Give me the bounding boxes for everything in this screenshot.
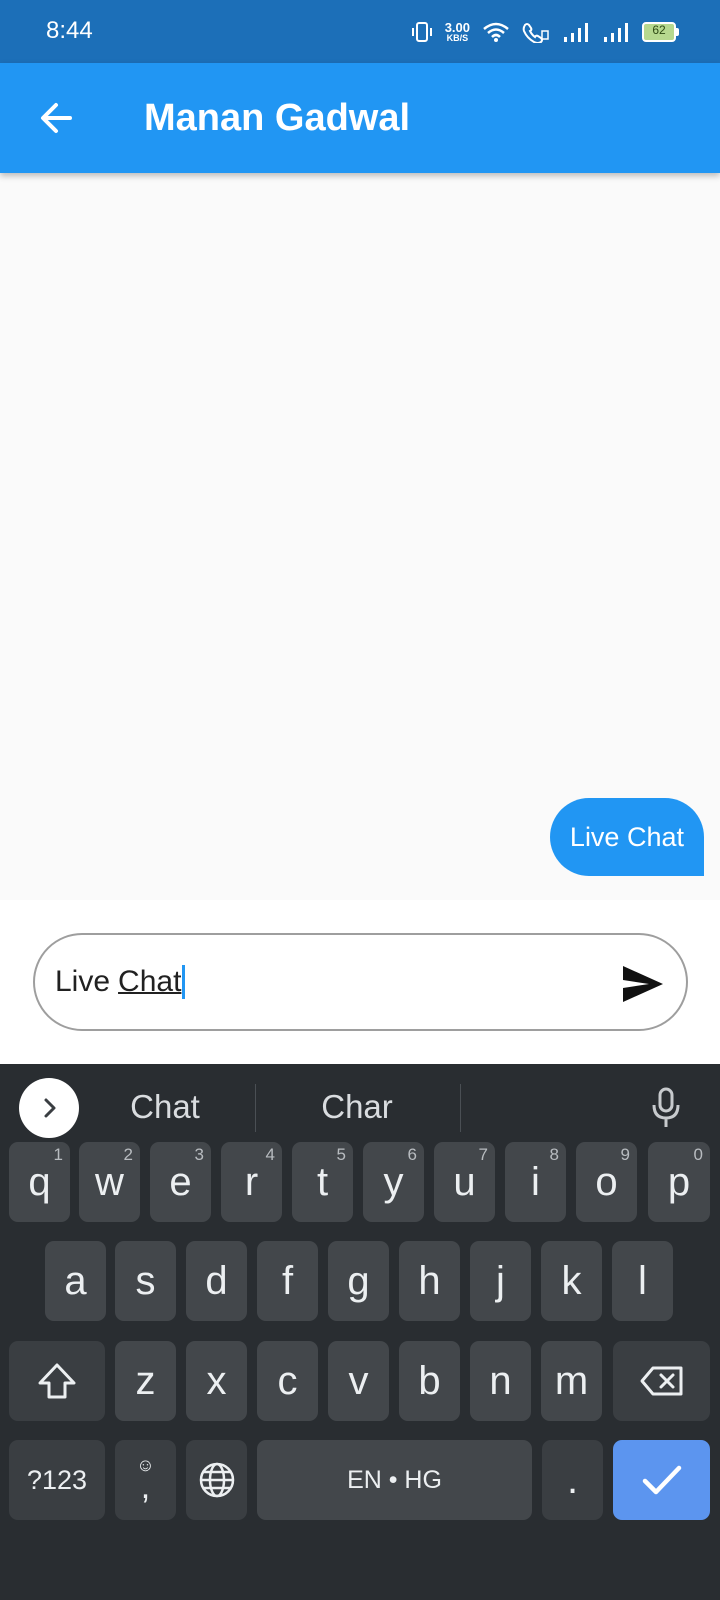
key-c[interactable]: c — [257, 1341, 318, 1421]
key-a[interactable]: a — [45, 1241, 106, 1321]
done-key[interactable] — [613, 1440, 710, 1520]
symbols-key[interactable]: ?123 — [9, 1440, 105, 1520]
key-b[interactable]: b — [399, 1341, 460, 1421]
key-p[interactable]: p0 — [648, 1142, 710, 1222]
key-e[interactable]: e3 — [150, 1142, 211, 1222]
sent-message-bubble[interactable]: Live Chat — [549, 798, 704, 876]
globe-icon — [199, 1462, 234, 1498]
composer-bar: Live Chat — [0, 900, 720, 1064]
status-bar: 8:44 3.00 KB/S 62 — [0, 0, 720, 63]
key-o[interactable]: o9 — [576, 1142, 637, 1222]
key-w[interactable]: w2 — [79, 1142, 140, 1222]
battery-level: 62 — [652, 23, 666, 37]
vibrate-icon — [411, 22, 432, 42]
key-r[interactable]: r4 — [221, 1142, 282, 1222]
input-word: Live — [55, 965, 111, 998]
status-icons: 3.00 KB/S 62 — [411, 14, 680, 50]
message-list[interactable]: Live Chat — [0, 173, 720, 900]
comma-key-content: ☺ , — [136, 1456, 154, 1504]
key-k[interactable]: k — [541, 1241, 602, 1321]
backspace-key[interactable] — [613, 1341, 710, 1421]
period-key[interactable]: . — [542, 1440, 603, 1520]
key-g[interactable]: g — [328, 1241, 389, 1321]
key-x[interactable]: x — [186, 1341, 247, 1421]
voice-input-button[interactable] — [648, 1084, 684, 1132]
space-key[interactable]: EN • HG — [257, 1440, 532, 1520]
soft-keyboard: Chat Char q1 w2 e3 r4 t5 y6 u7 i8 o9 p0 … — [0, 1064, 720, 1600]
checkmark-icon — [642, 1465, 681, 1495]
send-icon — [623, 966, 663, 1002]
suggestion-divider — [255, 1084, 256, 1132]
key-y[interactable]: y6 — [363, 1142, 424, 1222]
arrow-back-icon — [41, 103, 72, 133]
message-text: Live Chat — [569, 821, 684, 852]
wifi-icon — [483, 22, 509, 42]
input-word-composing: Chat — [118, 965, 182, 998]
key-u[interactable]: u7 — [434, 1142, 495, 1222]
message-input[interactable]: Live Chat — [33, 933, 688, 1031]
key-s[interactable]: s — [115, 1241, 176, 1321]
battery-icon: 62 — [642, 22, 680, 42]
key-q[interactable]: q1 — [9, 1142, 70, 1222]
comma-key[interactable]: ☺ , — [115, 1440, 176, 1520]
key-m[interactable]: m — [541, 1341, 602, 1421]
status-time: 8:44 — [46, 17, 93, 44]
backspace-icon — [640, 1366, 682, 1396]
suggestion-item[interactable]: Chat — [80, 1088, 250, 1126]
signal-icon — [604, 23, 628, 42]
shift-icon — [38, 1363, 76, 1399]
key-f[interactable]: f — [257, 1241, 318, 1321]
comma-label: , — [140, 1468, 151, 1506]
key-v[interactable]: v — [328, 1341, 389, 1421]
net-speed: 3.00 KB/S — [445, 21, 470, 43]
language-key[interactable] — [186, 1440, 247, 1520]
key-z[interactable]: z — [115, 1341, 176, 1421]
suggestion-expand-button[interactable] — [19, 1078, 79, 1138]
suggestion-bar: Chat Char — [0, 1064, 720, 1154]
shift-key[interactable] — [9, 1341, 105, 1421]
text-cursor — [182, 965, 186, 999]
send-button[interactable] — [618, 959, 668, 1009]
signal-icon — [564, 23, 588, 42]
chat-title: Manan Gadwal — [144, 97, 411, 139]
key-i[interactable]: i8 — [505, 1142, 566, 1222]
suggestion-divider — [460, 1084, 461, 1132]
chevron-right-icon — [44, 1098, 56, 1118]
app-bar: Manan Gadwal — [0, 63, 720, 173]
key-d[interactable]: d — [186, 1241, 247, 1321]
microphone-icon — [652, 1087, 680, 1127]
message-input-text: Live Chat — [55, 965, 186, 999]
wifi-call-icon — [522, 23, 549, 43]
key-j[interactable]: j — [470, 1241, 531, 1321]
net-speed-unit: KB/S — [446, 33, 469, 43]
key-t[interactable]: t5 — [292, 1142, 353, 1222]
key-l[interactable]: l — [612, 1241, 673, 1321]
key-n[interactable]: n — [470, 1341, 531, 1421]
key-h[interactable]: h — [399, 1241, 460, 1321]
suggestion-item[interactable]: Char — [272, 1088, 442, 1126]
back-button[interactable] — [28, 90, 84, 146]
